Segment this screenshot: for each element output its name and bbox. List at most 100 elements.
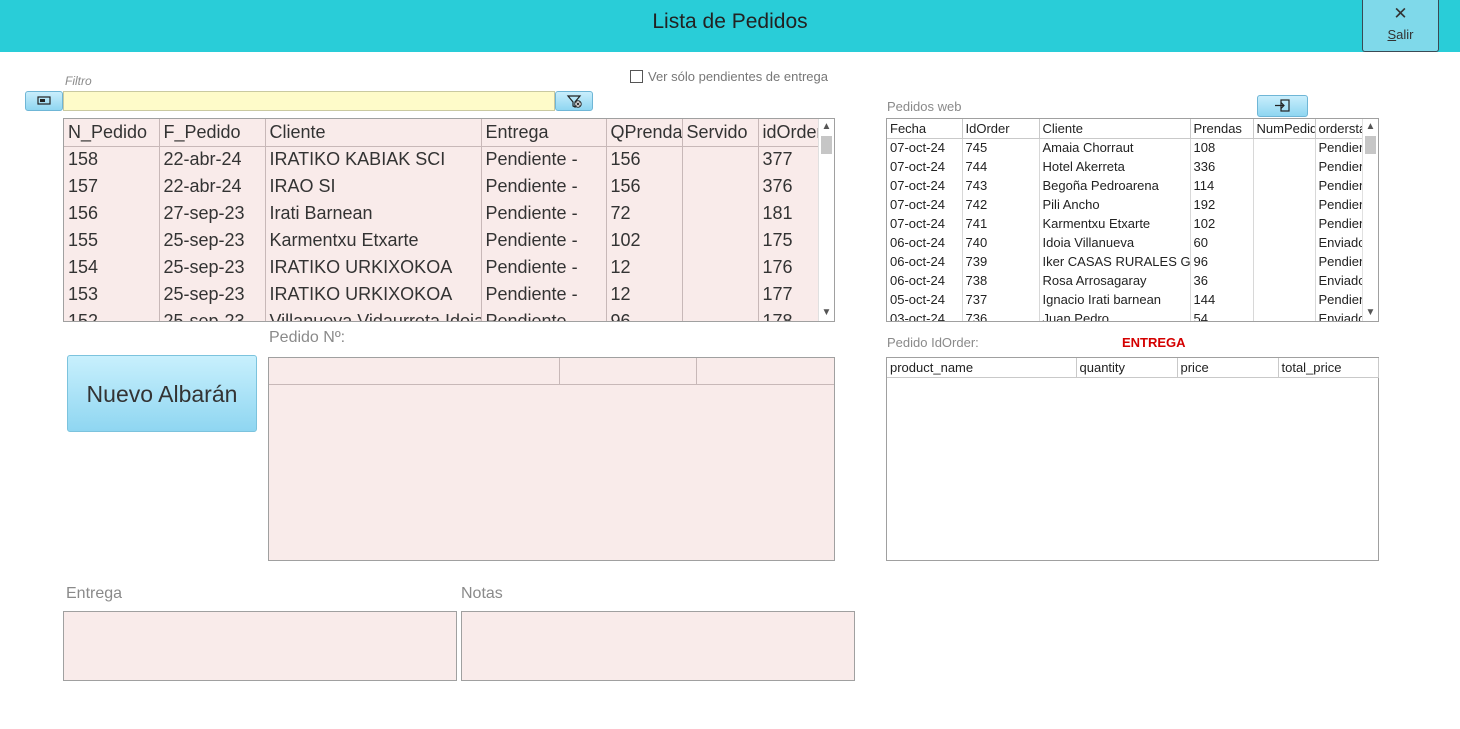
order-items-column-header[interactable]: price xyxy=(1177,358,1279,378)
orders-cell[interactable] xyxy=(682,200,759,227)
web-orders-cell[interactable]: 740 xyxy=(962,233,1040,252)
web-orders-cell[interactable] xyxy=(1253,233,1316,252)
orders-cell[interactable]: 175 xyxy=(758,227,819,254)
web-orders-cell[interactable]: Rosa Arrosagaray xyxy=(1039,271,1191,290)
orders-row[interactable]: 157 22-abr-24 IRAO SI Pendiente -156 376 xyxy=(64,173,819,200)
web-orders-scrollbar[interactable]: ▲ ▼ xyxy=(1362,119,1378,321)
orders-cell[interactable]: 25-sep-23 xyxy=(159,308,266,321)
web-orders-cell[interactable]: Pendiente xyxy=(1315,290,1364,309)
web-orders-cell[interactable] xyxy=(1253,252,1316,271)
scroll-up-icon[interactable]: ▲ xyxy=(1363,119,1378,135)
web-orders-row[interactable]: 03-oct-24 736 Juan Pedro 54 Enviado xyxy=(887,309,1364,321)
web-orders-cell[interactable]: 144 xyxy=(1190,290,1254,309)
web-orders-cell[interactable]: Pendiente xyxy=(1315,214,1364,233)
orders-column-header[interactable]: Cliente xyxy=(265,119,482,147)
orders-cell[interactable]: Villanueva Vidaurreta Idoia xyxy=(265,308,482,321)
web-orders-cell[interactable]: 108 xyxy=(1190,138,1254,157)
scroll-thumb[interactable] xyxy=(821,136,832,154)
orders-cell[interactable]: 12 xyxy=(606,281,683,308)
web-orders-cell[interactable]: 192 xyxy=(1190,195,1254,214)
pending-only-checkbox[interactable] xyxy=(630,70,643,83)
orders-cell[interactable]: 96 xyxy=(606,308,683,321)
web-orders-column-header[interactable]: Fecha xyxy=(887,119,963,139)
web-orders-cell[interactable]: Pendiente xyxy=(1315,138,1364,157)
web-orders-cell[interactable]: Amaia Chorraut xyxy=(1039,138,1191,157)
new-albaran-button[interactable]: Nuevo Albarán xyxy=(67,355,257,432)
web-orders-cell[interactable]: Idoia Villanueva xyxy=(1039,233,1191,252)
order-detail-subform[interactable] xyxy=(268,357,835,561)
web-orders-cell[interactable]: 07-oct-24 xyxy=(887,157,963,176)
exit-button[interactable]: ✕ Salir xyxy=(1362,0,1439,52)
web-orders-row[interactable]: 07-oct-24745Amaia Chorraut108 Pendiente xyxy=(887,138,1364,157)
web-orders-column-header[interactable]: IdOrder xyxy=(962,119,1040,139)
web-orders-cell[interactable]: 745 xyxy=(962,138,1040,157)
orders-column-header[interactable]: QPrenda xyxy=(606,119,683,147)
orders-cell[interactable]: 153 xyxy=(64,281,160,308)
web-orders-cell[interactable] xyxy=(1253,176,1316,195)
web-orders-cell[interactable]: Juan Pedro xyxy=(1039,309,1191,321)
orders-cell[interactable]: 158 xyxy=(64,146,160,173)
web-orders-cell[interactable]: Enviado xyxy=(1315,233,1364,252)
web-orders-cell[interactable] xyxy=(1253,290,1316,309)
web-orders-cell[interactable]: 07-oct-24 xyxy=(887,176,963,195)
orders-row[interactable]: 156 27-sep-23 Irati Barnean Pendiente -72 18… xyxy=(64,200,819,227)
web-orders-cell[interactable]: 736 xyxy=(962,309,1040,321)
orders-row[interactable]: 154 25-sep-23 IRATIKO URKIXOKOA Pendiente -… xyxy=(64,254,819,281)
orders-cell[interactable]: 152 xyxy=(64,308,160,321)
web-orders-row[interactable]: 06-oct-24 738 Rosa Arrosagaray 36 Enviado xyxy=(887,271,1364,290)
orders-scrollbar[interactable]: ▲ ▼ xyxy=(818,119,834,321)
import-web-orders-button[interactable] xyxy=(1257,95,1308,117)
orders-column-header[interactable]: idOrder xyxy=(758,119,819,147)
orders-cell[interactable]: IRATIKO URKIXOKOA xyxy=(265,254,482,281)
orders-cell[interactable]: 181 xyxy=(758,200,819,227)
orders-cell[interactable] xyxy=(682,281,759,308)
web-orders-row[interactable]: 05-oct-24 737 Ignacio Irati barnean 144 Pend… xyxy=(887,290,1364,309)
orders-cell[interactable] xyxy=(682,227,759,254)
clear-filter-button[interactable] xyxy=(555,91,593,111)
scroll-down-icon[interactable]: ▼ xyxy=(1363,305,1378,321)
web-orders-row[interactable]: 07-oct-24744Hotel Akerreta336 Pendiente xyxy=(887,157,1364,176)
web-orders-cell[interactable]: 102 xyxy=(1190,214,1254,233)
web-orders-cell[interactable]: 742 xyxy=(962,195,1040,214)
filter-apply-button[interactable] xyxy=(25,91,63,111)
orders-cell[interactable]: Pendiente - xyxy=(481,281,607,308)
web-orders-cell[interactable]: 06-oct-24 xyxy=(887,233,963,252)
web-orders-cell[interactable]: 60 xyxy=(1190,233,1254,252)
orders-cell[interactable]: 176 xyxy=(758,254,819,281)
orders-cell[interactable]: 12 xyxy=(606,254,683,281)
orders-cell[interactable] xyxy=(682,173,759,200)
web-orders-cell[interactable]: 07-oct-24 xyxy=(887,214,963,233)
web-orders-cell[interactable]: Iker CASAS RURALES GIB xyxy=(1039,252,1191,271)
orders-column-header[interactable]: F_Pedido xyxy=(159,119,266,147)
web-orders-column-header[interactable]: NumPedido xyxy=(1253,119,1316,139)
orders-cell[interactable]: 377 xyxy=(758,146,819,173)
orders-column-header[interactable]: Servido xyxy=(682,119,759,147)
web-orders-cell[interactable]: Pendiente xyxy=(1315,176,1364,195)
orders-cell[interactable]: IRAO SI xyxy=(265,173,482,200)
web-orders-cell[interactable]: Pendiente xyxy=(1315,195,1364,214)
orders-cell[interactable]: IRATIKO URKIXOKOA xyxy=(265,281,482,308)
order-items-column-header[interactable]: quantity xyxy=(1076,358,1178,378)
web-orders-row[interactable]: 07-oct-24742Pili Ancho192 Pendiente xyxy=(887,195,1364,214)
web-orders-cell[interactable]: Begoña Pedroarena xyxy=(1039,176,1191,195)
orders-cell[interactable]: 154 xyxy=(64,254,160,281)
web-orders-cell[interactable]: Pili Ancho xyxy=(1039,195,1191,214)
web-orders-row[interactable]: 07-oct-24741Karmentxu Etxarte102 Pendient… xyxy=(887,214,1364,233)
orders-cell[interactable]: 27-sep-23 xyxy=(159,200,266,227)
orders-cell[interactable]: 156 xyxy=(606,173,683,200)
orders-cell[interactable]: 155 xyxy=(64,227,160,254)
orders-cell[interactable]: 22-abr-24 xyxy=(159,173,266,200)
entrega-field[interactable] xyxy=(63,611,457,681)
filter-input[interactable] xyxy=(63,91,555,111)
orders-cell[interactable]: 156 xyxy=(64,200,160,227)
web-orders-column-header[interactable]: Prendas xyxy=(1190,119,1254,139)
web-orders-cell[interactable]: 05-oct-24 xyxy=(887,290,963,309)
web-orders-cell[interactable]: 03-oct-24 xyxy=(887,309,963,321)
orders-cell[interactable] xyxy=(682,308,759,321)
orders-grid[interactable]: N_Pedido F_Pedido Cliente Entrega QPrenda Ser… xyxy=(63,118,835,322)
scroll-up-icon[interactable]: ▲ xyxy=(819,119,834,135)
web-orders-grid[interactable]: FechaIdOrderClientePrendasNumPedidoorder… xyxy=(886,118,1379,322)
web-orders-column-header[interactable]: orderstatus xyxy=(1315,119,1364,139)
orders-column-header[interactable]: Entrega xyxy=(481,119,607,147)
web-orders-cell[interactable]: Pendiente xyxy=(1315,252,1364,271)
